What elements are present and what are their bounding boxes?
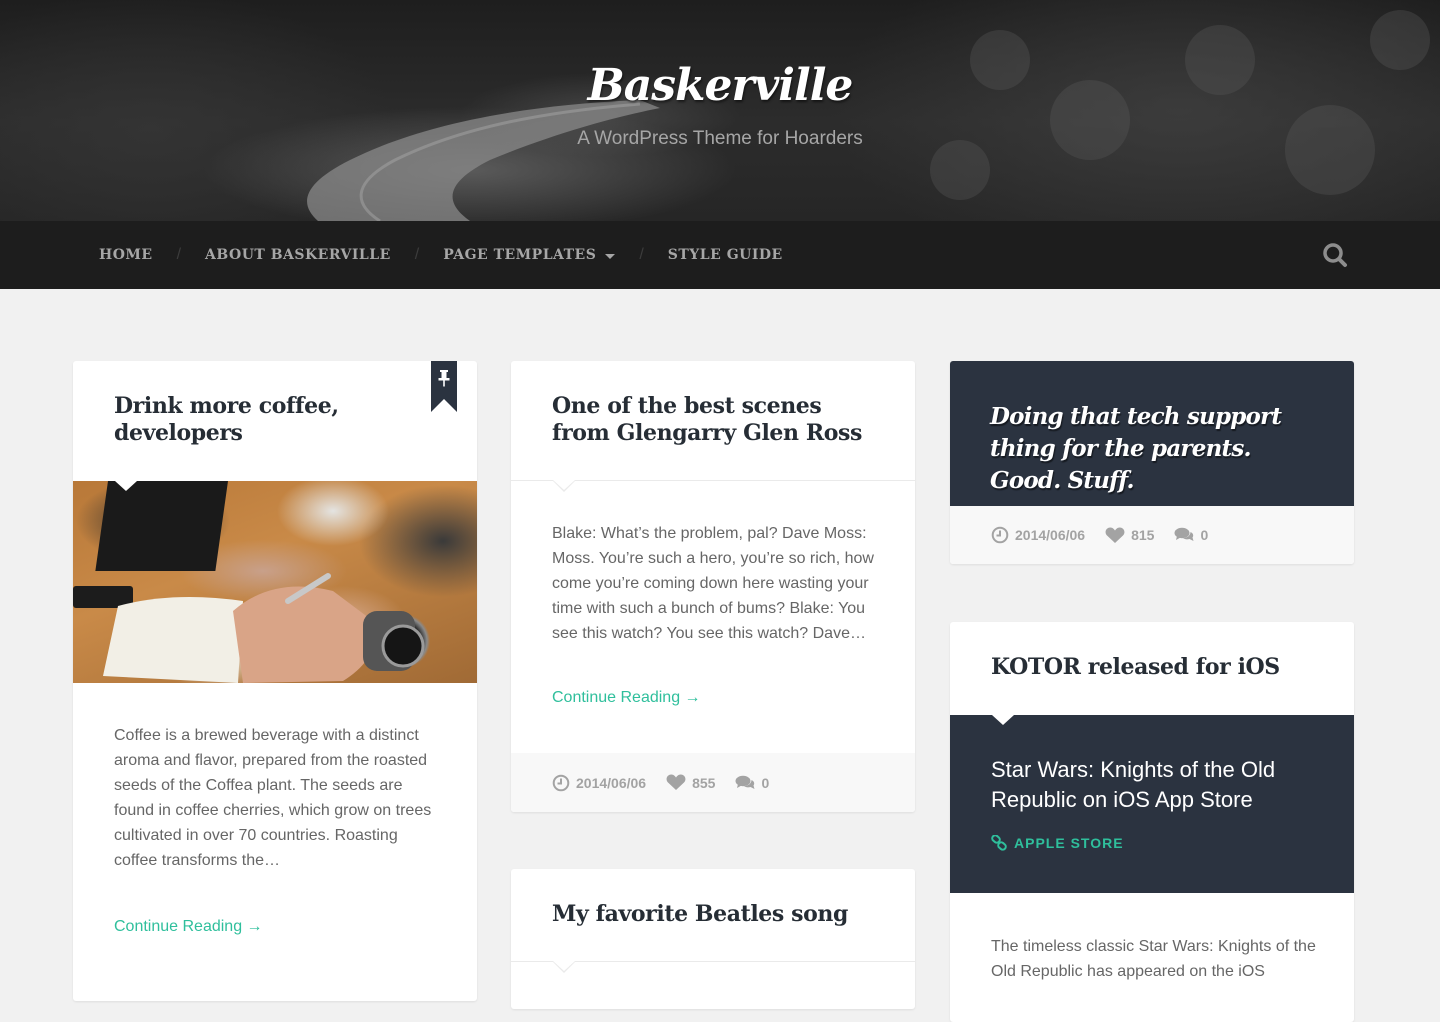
nav-item-label: Style Guide (667, 247, 783, 263)
nav-item-label: Home (99, 247, 153, 263)
post-likes[interactable]: 855 (666, 774, 715, 791)
quote-panel: Doing that tech support thing for the pa… (950, 361, 1354, 506)
main-navigation: Home / About Baskerville / Page Template… (0, 221, 1440, 289)
search-button[interactable] (1320, 240, 1350, 270)
quote-post-card: Doing that tech support thing for the pa… (950, 361, 1354, 564)
post-likes[interactable]: 815 (1105, 527, 1154, 544)
nav-item-page-templates[interactable]: Page Templates (443, 247, 616, 263)
post-comments-count: 0 (761, 774, 770, 791)
post-excerpt: The timeless classic Star Wars: Knights … (991, 938, 1316, 980)
post-date[interactable]: 2014/06/06 (552, 774, 646, 792)
post-title[interactable]: My favorite Beatles song (552, 901, 875, 928)
site-header: Baskerville A WordPress Theme for Hoarde… (0, 0, 1440, 221)
post-date[interactable]: 2014/06/06 (991, 526, 1085, 544)
image-notch (115, 481, 137, 491)
post-likes-count: 855 (692, 774, 716, 791)
chevron-down-icon (605, 253, 616, 259)
title-notch (992, 715, 1014, 725)
post-comments-count: 0 (1200, 527, 1209, 543)
nav-item-about[interactable]: About Baskerville (205, 247, 391, 263)
post-quote[interactable]: Doing that tech support thing for the pa… (990, 401, 1318, 497)
external-link[interactable]: Apple Store (991, 835, 1124, 851)
post-title[interactable]: One of the best scenes from Glengarry Gl… (552, 393, 875, 447)
post-card: One of the best scenes from Glengarry Gl… (511, 361, 915, 812)
post-card: My favorite Beatles song (511, 869, 915, 1009)
title-notch-fill (553, 480, 575, 490)
heart-icon (1105, 527, 1125, 543)
nav-item-style-guide[interactable]: Style Guide (668, 247, 783, 263)
post-date-text: 2014/06/06 (1015, 527, 1086, 543)
post-title[interactable]: KOTOR released for iOS (991, 654, 1314, 681)
nav-separator: / (414, 246, 420, 263)
site-title[interactable]: Baskerville (0, 60, 1440, 111)
link-post-card: KOTOR released for iOS Star Wars: Knight… (950, 622, 1354, 1022)
nav-separator: / (176, 246, 182, 263)
link-title[interactable]: Star Wars: Knights of the Old Republic o… (991, 755, 1318, 815)
post-likes-count: 815 (1131, 527, 1155, 543)
nav-item-label: About Baskerville (205, 247, 391, 263)
post-card: Drink more coffee, developers Coffee is … (73, 361, 477, 1001)
post-date-text: 2014/06/06 (576, 774, 647, 791)
site-description: A WordPress Theme for Hoarders (577, 128, 863, 149)
post-excerpt: Blake: What’s the problem, pal? Dave Mos… (552, 525, 874, 642)
post-title[interactable]: Drink more coffee, developers (114, 393, 437, 447)
link-panel: Star Wars: Knights of the Old Republic o… (950, 715, 1354, 893)
external-link-label: Apple Store (1014, 835, 1124, 851)
post-comments[interactable]: 0 (735, 775, 769, 791)
nav-separator: / (639, 246, 644, 263)
link-icon (991, 835, 1007, 851)
post-meta: 2014/06/06 855 0 (511, 753, 915, 812)
nav-item-home[interactable]: Home (99, 247, 153, 263)
comments-icon (735, 775, 755, 789)
continue-reading-link[interactable]: Continue Reading → (552, 689, 701, 707)
nav-item-label: Page Templates (443, 247, 597, 263)
clock-icon (991, 526, 1009, 544)
post-meta: 2014/06/06 815 0 (950, 506, 1354, 564)
post-excerpt: Coffee is a brewed beverage with a disti… (114, 727, 432, 869)
post-comments[interactable]: 0 (1174, 527, 1208, 543)
post-featured-image[interactable] (73, 481, 477, 683)
heart-icon (666, 774, 686, 790)
comments-icon (1174, 527, 1194, 541)
title-notch-fill (553, 961, 575, 971)
clock-icon (552, 774, 570, 791)
search-icon (1323, 243, 1347, 267)
continue-reading-link[interactable]: Continue Reading → (114, 918, 263, 936)
